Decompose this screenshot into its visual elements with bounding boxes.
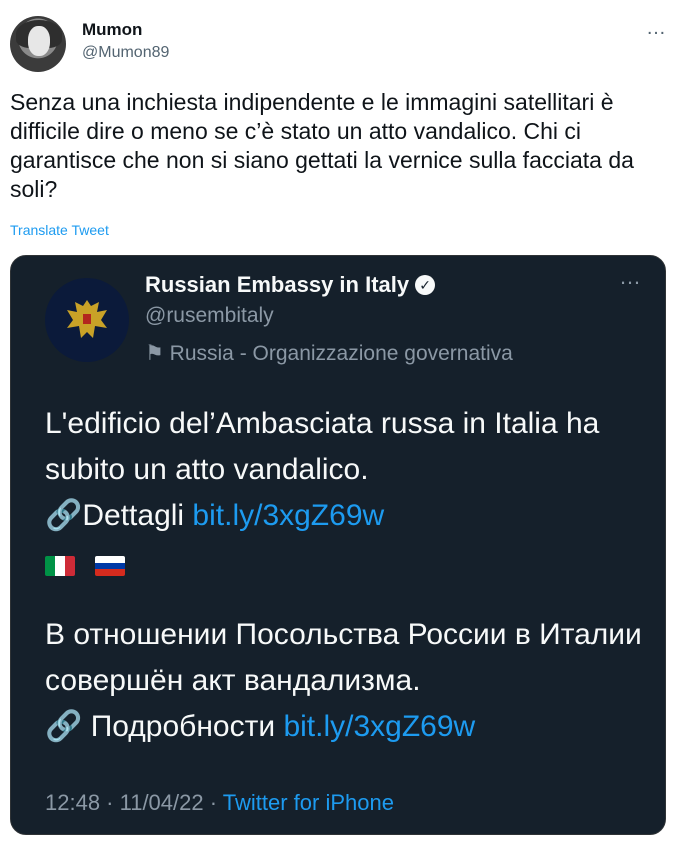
italian-text: L'edificio del’Ambasciata russa in Itali…: [45, 401, 645, 539]
tweet-text: Senza una inchiesta indipendente e le im…: [10, 89, 634, 202]
avatar-face: [28, 26, 50, 56]
russian-details-label: Подробности: [90, 710, 276, 743]
russian-text-body: В отношении Посольства России в Италии с…: [45, 618, 642, 697]
timestamp[interactable]: 12:48 · 11/04/22 ·: [45, 790, 223, 815]
link-icon-2: 🔗: [45, 710, 91, 743]
italian-details-label: Dettagli: [82, 499, 185, 532]
more-options-icon[interactable]: …: [644, 18, 668, 42]
embassy-handle[interactable]: @rusembitaly: [145, 304, 274, 328]
government-label-text: Russia - Organizzazione governativa: [169, 342, 513, 365]
italian-text-body: L'edificio del’Ambasciata russa in Itali…: [45, 407, 600, 486]
government-label: ⚑ Russia - Organizzazione governativa: [145, 341, 513, 366]
embassy-name[interactable]: Russian Embassy in Italy ✓: [145, 272, 436, 298]
link-icon: 🔗: [45, 499, 83, 532]
coat-of-arms-icon: [67, 300, 107, 338]
italy-flag-icon: [45, 556, 75, 576]
tweet-header: Mumon @Mumon89 …: [10, 14, 668, 74]
russia-flag-icon: [95, 556, 125, 576]
flag-icon: ⚑: [145, 342, 170, 365]
author-name[interactable]: Mumon: [82, 20, 142, 40]
embassy-avatar[interactable]: [45, 278, 129, 362]
verified-badge-icon: ✓: [415, 275, 436, 295]
tweet-footer: 12:48 · 11/04/22 · Twitter for iPhone: [45, 790, 394, 816]
italian-link[interactable]: bit.ly/3xgZ69w: [192, 499, 384, 532]
quoted-more-options-icon[interactable]: …: [619, 266, 641, 288]
embassy-name-text: Russian Embassy in Italy: [145, 272, 410, 297]
source-link[interactable]: Twitter for iPhone: [223, 790, 394, 815]
author-handle[interactable]: @Mumon89: [82, 44, 169, 62]
avatar[interactable]: [10, 16, 66, 72]
quoted-tweet-card[interactable]: Russian Embassy in Italy ✓ @rusembitaly ⚑…: [10, 255, 666, 835]
flags-row: [45, 556, 125, 576]
russian-text: В отношении Посольства России в Италии с…: [45, 612, 645, 750]
russian-link[interactable]: bit.ly/3xgZ69w: [283, 710, 475, 743]
translate-tweet-link[interactable]: Translate Tweet: [10, 222, 109, 238]
